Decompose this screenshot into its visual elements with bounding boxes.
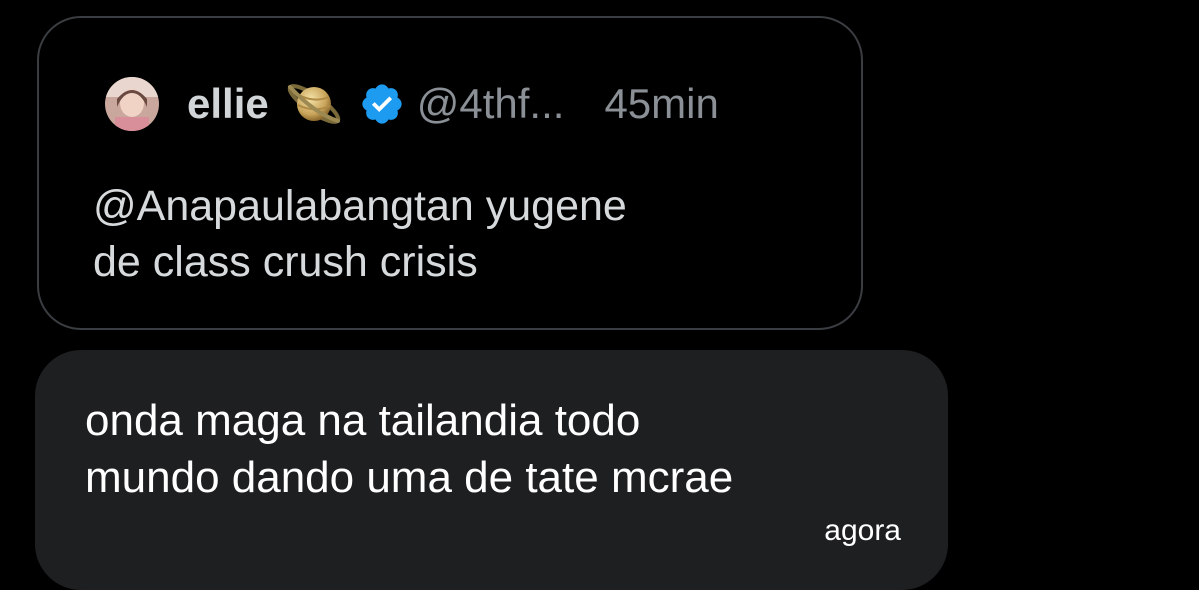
quoted-tweet-header: ellie @4thf... 45min [105, 72, 719, 136]
tweet-timestamp: 45min [604, 80, 719, 127]
verified-badge-icon [362, 84, 402, 124]
quoted-tweet-text: @Anapaulabangtan yugene de class crush c… [93, 178, 813, 290]
message-timestamp: agora [824, 514, 901, 547]
author-handle[interactable]: @4thf... [417, 80, 565, 128]
message-bubble[interactable]: onda maga na tailandia todo mundo dando … [35, 350, 948, 590]
quoted-tweet-card[interactable]: ellie @4thf... 45min @Anapaulabangtan yu… [37, 16, 863, 330]
message-text: onda maga na tailandia todo mundo dando … [85, 392, 733, 506]
ringed-planet-icon [287, 84, 340, 124]
author-name[interactable]: ellie [187, 80, 269, 128]
avatar[interactable] [105, 77, 159, 131]
quoted-tweet-line: de class crush crisis [93, 238, 478, 286]
message-line: mundo dando uma de tate mcrae [85, 453, 734, 502]
quoted-tweet-line: @Anapaulabangtan yugene [93, 182, 627, 230]
message-line: onda maga na tailandia todo [85, 396, 641, 445]
